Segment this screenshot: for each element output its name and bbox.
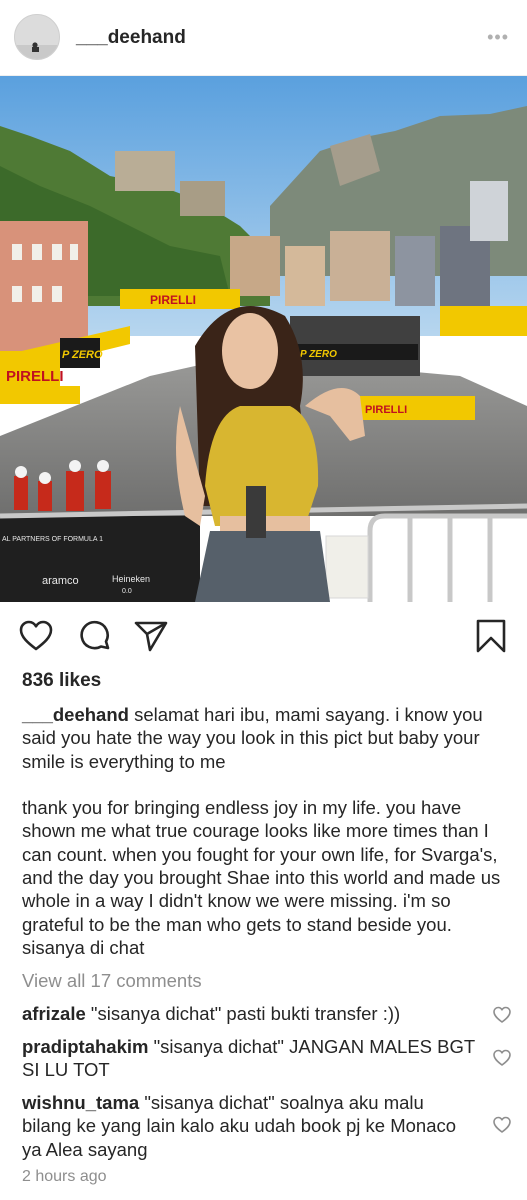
comment-item: pradiptahakim "sisanya dichat" JANGAN MA…	[22, 1035, 477, 1082]
avatar[interactable]	[14, 14, 60, 60]
post-username[interactable]: ___deehand	[76, 27, 186, 49]
pirelli-left: PIRELLI	[6, 368, 64, 385]
view-all-comments-link[interactable]: View all 17 comments	[22, 970, 202, 992]
comment-icon[interactable]	[77, 618, 113, 654]
comment-like-heart-icon[interactable]	[492, 1048, 512, 1068]
partners-text: AL PARTNERS OF FORMULA 1	[2, 536, 103, 543]
share-icon[interactable]	[133, 618, 169, 654]
pirelli-right: PIRELLI	[365, 404, 407, 416]
comment-like-heart-icon[interactable]	[492, 1005, 512, 1025]
comment-username[interactable]: wishnu_tama	[22, 1092, 139, 1113]
aramco-text: aramco	[42, 575, 79, 587]
comment-text: "sisanya dichat" pasti bukti transfer :)…	[90, 1003, 401, 1024]
post-photo[interactable]: PIRELLI PIRELLI P ZERO P ZERO PIRELLI AL…	[0, 76, 527, 602]
more-icon[interactable]: •••	[487, 27, 509, 48]
bookmark-icon[interactable]	[473, 618, 509, 654]
comment-item: afrizale "sisanya dichat" pasti bukti tr…	[22, 1002, 477, 1025]
pzero-left: P ZERO	[62, 349, 103, 361]
caption-paragraph-1: ___deehand selamat hari ibu, mami sayang…	[22, 703, 512, 773]
comment-username[interactable]: afrizale	[22, 1003, 86, 1024]
heineken-sub-text: 0.0	[122, 588, 132, 595]
comment-like-heart-icon[interactable]	[492, 1115, 512, 1135]
pirelli-banner-top: PIRELLI	[150, 293, 196, 307]
pzero-right: P ZERO	[300, 349, 337, 360]
heart-icon[interactable]	[18, 618, 54, 654]
caption-gap	[22, 773, 512, 796]
post-header: ___deehand •••	[0, 0, 527, 76]
caption: ___deehand selamat hari ibu, mami sayang…	[22, 703, 512, 959]
caption-text-2: thank you for bringing endless joy in my…	[22, 797, 501, 958]
comment-username[interactable]: pradiptahakim	[22, 1036, 148, 1057]
comment-item: wishnu_tama "sisanya dichat" soalnya aku…	[22, 1091, 477, 1161]
likes-count[interactable]: 836 likes	[22, 670, 101, 692]
avatar-image	[15, 15, 59, 59]
heineken-text: Heineken	[112, 574, 150, 584]
action-bar	[0, 602, 527, 668]
photo-scene: PIRELLI PIRELLI P ZERO P ZERO PIRELLI AL…	[0, 76, 527, 602]
caption-username[interactable]: ___deehand	[22, 704, 129, 725]
post-timestamp: 2 hours ago	[22, 1168, 107, 1185]
